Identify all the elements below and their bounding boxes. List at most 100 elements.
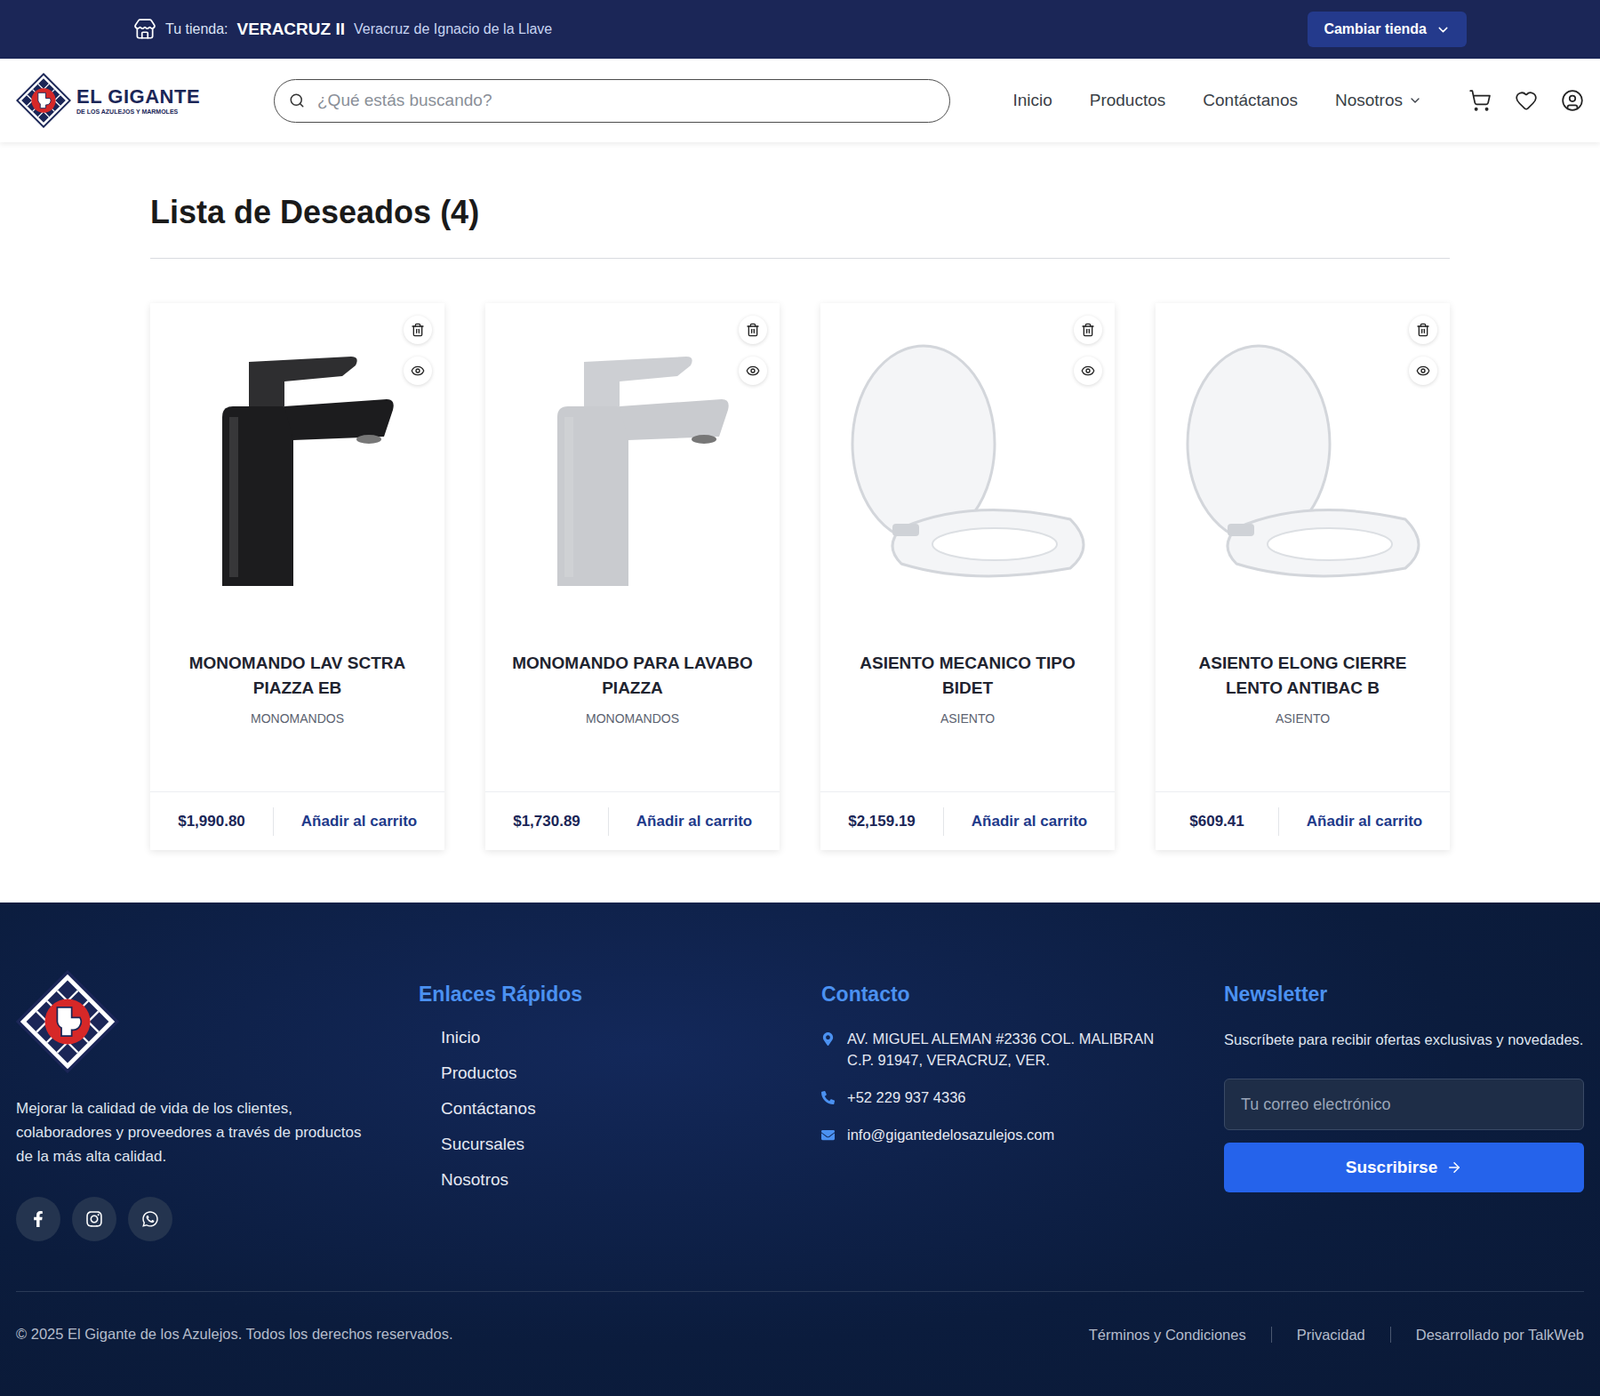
quick-links: Inicio Productos Contáctanos Sucursales Noso… xyxy=(418,1027,779,1190)
legal-links: Términos y CondicionesPrivacidadDesarrol… xyxy=(1088,1326,1584,1343)
store-label: Tu tienda: xyxy=(165,21,229,38)
trash-icon xyxy=(1080,322,1096,337)
store-icon xyxy=(133,17,157,41)
product-name[interactable]: MONOMANDO LAV SCTRA PIAZZA EB xyxy=(171,650,424,701)
whatsapp-icon xyxy=(141,1209,160,1228)
mail-icon xyxy=(821,1128,835,1142)
add-to-cart-button[interactable]: Añadir al carrito xyxy=(944,807,1115,836)
whatsapp-link[interactable] xyxy=(128,1196,173,1241)
wishlist-button[interactable] xyxy=(1514,88,1538,112)
quick-link[interactable]: Nosotros xyxy=(440,1169,779,1190)
remove-button[interactable] xyxy=(1408,315,1438,344)
logo[interactable]: EL GIGANTEDE LOS AZULEJOS Y MARMOLES xyxy=(16,72,212,128)
product-image[interactable] xyxy=(150,303,445,628)
change-store-button[interactable]: Cambiar tienda xyxy=(1307,11,1467,48)
phone-icon xyxy=(821,1090,835,1104)
toilet-seat-image xyxy=(1174,341,1432,600)
product-price: $1,730.89 xyxy=(485,807,609,836)
trash-icon xyxy=(410,322,425,337)
contact-text: +52 229 937 4336 xyxy=(847,1086,967,1108)
page: Tu tienda: VERACRUZ II Veracruz de Ignacio… xyxy=(0,0,1600,1396)
main: Lista de Deseados (4) MONOMANDO LAV SCTRA… xyxy=(150,142,1450,884)
subscribe-button[interactable]: Suscribirse xyxy=(1224,1142,1584,1192)
newsletter-input[interactable] xyxy=(1224,1078,1584,1130)
search-input[interactable] xyxy=(315,89,936,112)
toilet-seat-image xyxy=(839,341,1097,600)
product-price: $609.41 xyxy=(1155,807,1280,836)
product-image[interactable] xyxy=(1155,303,1450,628)
card-footer: $1,730.89Añadir al carrito xyxy=(485,791,780,850)
product-card: MONOMANDO PARA LAVABO PIAZZAMONOMANDOS$1… xyxy=(485,303,780,850)
store-info: Tu tienda: VERACRUZ II Veracruz de Ignacio… xyxy=(133,17,552,41)
nav-link[interactable]: Inicio xyxy=(1012,90,1052,111)
add-to-cart-button[interactable]: Añadir al carrito xyxy=(1279,807,1450,836)
card-actions xyxy=(738,315,768,385)
product-grid: MONOMANDO LAV SCTRA PIAZZA EB MONOMANDOS $… xyxy=(150,303,1450,850)
instagram-link[interactable] xyxy=(72,1196,117,1241)
product-category: ASIENTO xyxy=(940,711,995,726)
chevron-down-icon xyxy=(1408,93,1423,108)
product-image[interactable] xyxy=(485,303,780,628)
quick-link[interactable]: Contáctanos xyxy=(440,1098,779,1119)
copyright: © 2025 El Gigante de los Azulejos. Todos… xyxy=(16,1325,454,1343)
footer-grid: Mejorar la calidad de vida de los client… xyxy=(16,969,1584,1241)
legal-link[interactable]: Privacidad xyxy=(1271,1326,1391,1343)
card-footer: $1,990.80Añadir al carrito xyxy=(150,791,445,850)
footer-logo-icon xyxy=(16,969,120,1073)
search-icon xyxy=(288,92,305,109)
contact-text: info@gigantedelosazulejos.com xyxy=(847,1123,1055,1145)
product-card: ASIENTO ELONG CIERRE LENTO ANTIBAC BASIE… xyxy=(1155,303,1450,850)
nav-link[interactable]: Contáctanos xyxy=(1202,90,1298,111)
remove-button[interactable] xyxy=(1073,315,1103,344)
heart-icon xyxy=(1514,88,1538,112)
logo-emblem-icon xyxy=(16,72,72,128)
store-name: VERACRUZ II xyxy=(237,19,345,40)
account-button[interactable] xyxy=(1560,88,1584,112)
quick-link[interactable]: Sucursales xyxy=(440,1134,779,1154)
nav-icons xyxy=(1468,88,1584,112)
quick-view-button[interactable] xyxy=(738,356,768,385)
contact-row: +52 229 937 4336 xyxy=(821,1086,1177,1108)
instagram-icon xyxy=(85,1209,104,1228)
legal-link[interactable]: Términos y Condiciones xyxy=(1088,1326,1272,1343)
cart-button[interactable] xyxy=(1468,88,1492,112)
remove-button[interactable] xyxy=(403,315,432,344)
chevron-down-icon xyxy=(1435,22,1451,38)
card-body: MONOMANDO LAV SCTRA PIAZZA EB MONOMANDOS xyxy=(150,627,445,792)
faucet-image xyxy=(521,354,744,586)
logo-text: EL GIGANTEDE LOS AZULEJOS Y MARMOLES xyxy=(76,87,200,115)
product-name[interactable]: ASIENTO MECANICO TIPO BIDET xyxy=(841,650,1094,701)
cart-icon xyxy=(1468,88,1492,112)
quick-view-button[interactable] xyxy=(1408,356,1438,385)
add-to-cart-button[interactable]: Añadir al carrito xyxy=(273,807,445,836)
product-category: MONOMANDOS xyxy=(250,711,344,726)
product-image[interactable] xyxy=(820,303,1115,628)
product-card: ASIENTO MECANICO TIPO BIDET ASIENTO $2,159… xyxy=(820,303,1115,850)
card-footer: $2,159.19Añadir al carrito xyxy=(820,791,1115,850)
product-price: $2,159.19 xyxy=(820,807,944,836)
add-to-cart-button[interactable]: Añadir al carrito xyxy=(608,807,780,836)
nav-bar: EL GIGANTEDE LOS AZULEJOS Y MARMOLES Inic… xyxy=(0,58,1600,143)
contact-text: AV. MIGUEL ALEMAN #2336 COL. MALIBRAN C.… xyxy=(847,1027,1177,1071)
nav-link[interactable]: Productos xyxy=(1089,90,1167,111)
store-bar: Tu tienda: VERACRUZ II Veracruz de Ignacio… xyxy=(0,0,1600,59)
product-name[interactable]: ASIENTO ELONG CIERRE LENTO ANTIBAC B xyxy=(1176,650,1429,701)
footer-about: Mejorar la calidad de vida de los client… xyxy=(16,969,376,1241)
nav-link[interactable]: Nosotros xyxy=(1335,90,1423,111)
product-name[interactable]: MONOMANDO PARA LAVABO PIAZZA xyxy=(506,650,759,701)
quick-view-button[interactable] xyxy=(403,356,432,385)
facebook-link[interactable] xyxy=(16,1196,61,1241)
facebook-icon xyxy=(30,1210,47,1227)
remove-button[interactable] xyxy=(738,315,768,344)
quick-link[interactable]: Inicio xyxy=(440,1027,779,1048)
quick-view-button[interactable] xyxy=(1073,356,1103,385)
legal-link[interactable]: Desarrollado por TalkWeb xyxy=(1390,1326,1584,1343)
card-actions xyxy=(403,315,432,385)
newsletter-text: Suscríbete para recibir ofertas exclusiv… xyxy=(1224,1027,1584,1052)
page-title: Lista de Deseados (4) xyxy=(150,193,1450,259)
footer-contact: ContactoAV. MIGUEL ALEMAN #2336 COL. MAL… xyxy=(821,969,1182,1241)
store-state: Veracruz de Ignacio de la Llave xyxy=(353,21,552,38)
contact-list: AV. MIGUEL ALEMAN #2336 COL. MALIBRAN C.… xyxy=(821,1027,1182,1145)
quick-link[interactable]: Productos xyxy=(440,1063,779,1083)
contact-row: info@gigantedelosazulejos.com xyxy=(821,1123,1177,1145)
